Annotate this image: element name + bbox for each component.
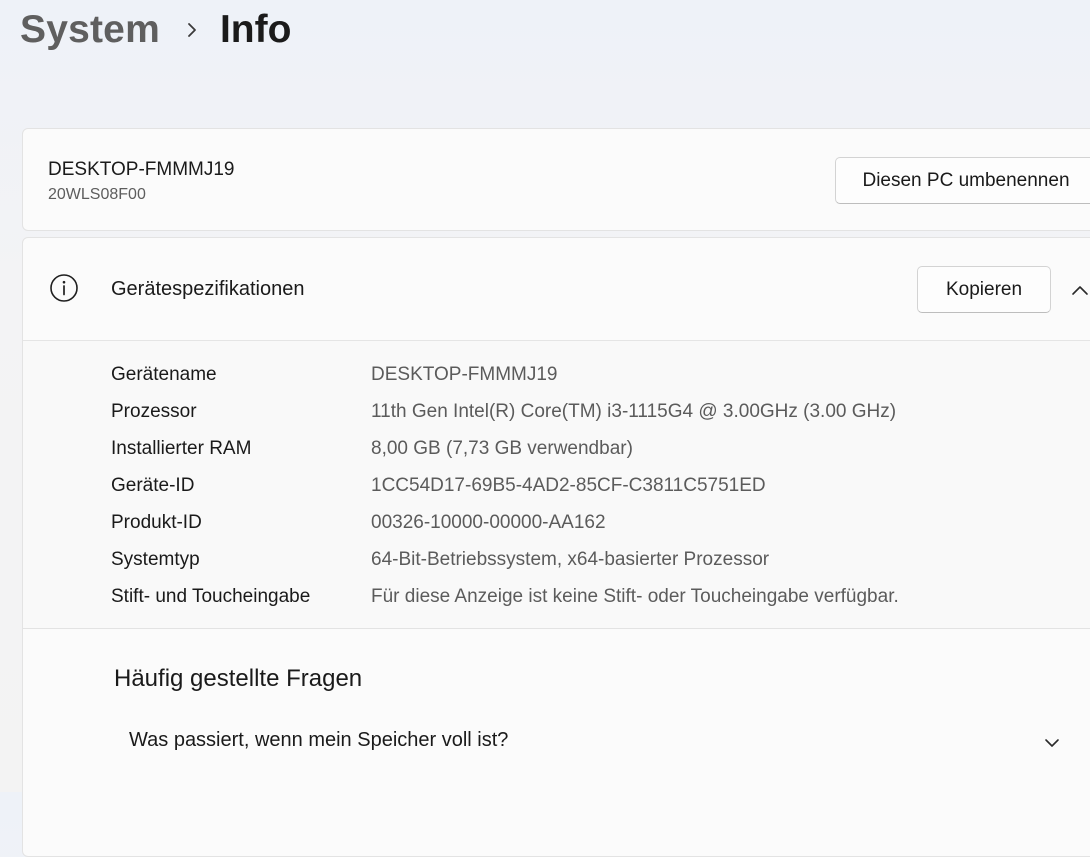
spec-row-system-type: Systemtyp 64-Bit-Betriebssystem, x64-bas… <box>23 542 1090 579</box>
spec-row-device-id: Geräte-ID 1CC54D17-69B5-4AD2-85CF-C3811C… <box>23 468 1090 505</box>
chevron-down-icon <box>1042 733 1062 753</box>
spec-value: 11th Gen Intel(R) Core(TM) i3-1115G4 @ 3… <box>371 401 897 422</box>
chevron-up-icon[interactable] <box>1069 280 1090 300</box>
rename-pc-button[interactable]: Diesen PC umbenennen <box>835 157 1090 204</box>
device-specs-card: Gerätespezifikationen Kopieren Gerätenam… <box>22 237 1090 857</box>
spec-value: 1CC54D17-69B5-4AD2-85CF-C3811C5751ED <box>371 475 766 496</box>
spec-row-pen-touch: Stift- und Toucheingabe Für diese Anzeig… <box>23 579 1090 616</box>
faq-item[interactable]: Was passiert, wenn mein Speicher voll is… <box>23 716 1090 772</box>
spec-value: 8,00 GB (7,73 GB verwendbar) <box>371 438 633 459</box>
spec-value: 64-Bit-Betriebssystem, x64-basierter Pro… <box>371 549 770 570</box>
spec-value: DESKTOP-FMMMJ19 <box>371 364 558 385</box>
spec-row-device-name: Gerätename DESKTOP-FMMMJ19 <box>23 357 1090 394</box>
device-name: DESKTOP-FMMMJ19 <box>48 159 235 180</box>
device-specs-header[interactable]: Gerätespezifikationen Kopieren <box>23 238 1090 341</box>
spec-label: Prozessor <box>111 401 197 422</box>
breadcrumb: System Info <box>20 4 291 56</box>
spec-label: Installierter RAM <box>111 438 252 459</box>
spec-label: Geräte-ID <box>111 475 195 496</box>
device-specs-title: Gerätespezifikationen <box>111 278 305 300</box>
breadcrumb-system-link[interactable]: System <box>20 8 160 52</box>
spec-row-processor: Prozessor 11th Gen Intel(R) Core(TM) i3-… <box>23 394 1090 431</box>
spec-label: Systemtyp <box>111 549 200 570</box>
copy-specs-button[interactable]: Kopieren <box>917 266 1051 313</box>
spec-row-product-id: Produkt-ID 00326-10000-00000-AA162 <box>23 505 1090 542</box>
device-model: 20WLS08F00 <box>48 186 146 203</box>
spec-label: Gerätename <box>111 364 217 385</box>
device-specs-list: Gerätename DESKTOP-FMMMJ19 Prozessor 11t… <box>23 341 1090 629</box>
chevron-right-icon <box>186 21 198 39</box>
faq-title: Häufig gestellte Fragen <box>114 665 363 692</box>
spec-value: 00326-10000-00000-AA162 <box>371 512 606 533</box>
spec-label: Stift- und Toucheingabe <box>111 586 311 607</box>
info-icon <box>49 273 79 303</box>
spec-label: Produkt-ID <box>111 512 202 533</box>
spec-value: Für diese Anzeige ist keine Stift- oder … <box>371 586 899 607</box>
spec-row-ram: Installierter RAM 8,00 GB (7,73 GB verwe… <box>23 431 1090 468</box>
page-title: Info <box>219 8 292 51</box>
device-card: DESKTOP-FMMMJ19 20WLS08F00 Diesen PC umb… <box>22 128 1090 231</box>
faq-question: Was passiert, wenn mein Speicher voll is… <box>129 729 509 751</box>
